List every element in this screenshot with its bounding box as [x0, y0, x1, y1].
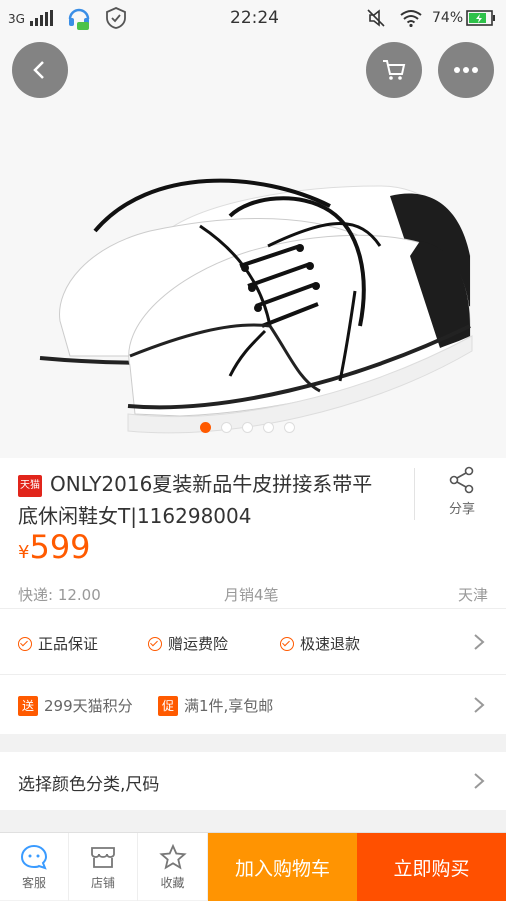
monthly-sales: 月销4笔	[224, 586, 279, 604]
promo-points: 送 299天猫积分	[18, 695, 133, 716]
clock: 22:24	[230, 8, 279, 28]
select-sku-row[interactable]: 选择颜色分类,尺码	[0, 752, 506, 810]
share-label: 分享	[448, 502, 475, 517]
guarantee-authentic: 正品保证	[18, 633, 98, 654]
back-icon	[33, 61, 44, 79]
guarantee-fast-refund: 极速退款	[280, 633, 360, 654]
network-type: 3G	[8, 12, 25, 26]
carousel-dot[interactable]	[284, 422, 295, 433]
headset-icon	[68, 8, 90, 30]
favorite-button[interactable]: 收藏	[138, 833, 208, 901]
check-icon	[280, 636, 294, 651]
product-image-carousel[interactable]	[0, 36, 506, 458]
star-icon	[158, 843, 187, 869]
chevron-right-icon	[474, 697, 485, 713]
chat-bubble-icon	[20, 844, 48, 870]
mute-icon	[367, 9, 385, 27]
check-icon	[148, 636, 162, 651]
guarantee-shipping-insurance: 赠运费险	[148, 633, 228, 654]
tmall-badge: 天猫	[18, 474, 42, 497]
shoe-photo	[39, 178, 473, 434]
promo-text: 满1件,享包邮	[184, 697, 274, 715]
carousel-dot[interactable]	[263, 422, 274, 433]
more-button[interactable]	[438, 42, 494, 98]
price-value: 599	[29, 528, 91, 566]
battery-icon	[466, 10, 495, 26]
guarantee-label: 极速退款	[300, 635, 361, 653]
guarantee-label: 正品保证	[38, 635, 99, 653]
ship-from-location: 天津	[458, 586, 489, 604]
wifi-icon	[400, 10, 422, 27]
shipping-fee: 快递: 12.00	[18, 586, 101, 604]
more-icon	[454, 67, 478, 73]
guarantee-label: 赠运费险	[168, 635, 229, 653]
divider	[414, 468, 415, 520]
shop-icon	[91, 846, 115, 868]
bottom-action-bar: 客服 店铺 收藏 加入购物车 立即购买	[0, 832, 506, 901]
promo-free-shipping: 促满1件,享包邮	[158, 695, 273, 716]
favorite-label: 收藏	[160, 875, 185, 890]
gift-tag: 送	[18, 695, 38, 716]
share-icon	[449, 466, 474, 494]
carousel-dot[interactable]	[242, 422, 253, 433]
promo-text: 299天猫积分	[44, 697, 133, 715]
add-to-cart-button[interactable]: 加入购物车	[208, 833, 357, 901]
promotions[interactable]: 送 299天猫积分 促满1件,享包邮	[0, 674, 506, 734]
share-button[interactable]: 分享	[440, 466, 484, 517]
status-bar: 3G 22:24 74%	[0, 0, 506, 36]
chevron-right-icon	[474, 634, 485, 650]
product-title: ONLY2016夏装新品牛皮拼接系带平底休闲鞋女T|116298004	[18, 472, 373, 528]
shop-button[interactable]: 店铺	[69, 833, 138, 901]
service-guarantees[interactable]: 正品保证 赠运费险 极速退款	[0, 608, 506, 674]
check-icon	[18, 636, 32, 651]
product-title-row: 天猫 ONLY2016夏装新品牛皮拼接系带平底休闲鞋女T|116298004	[18, 468, 388, 532]
chevron-right-icon	[474, 773, 485, 789]
carousel-dot[interactable]	[200, 422, 211, 433]
battery-percent: 74%	[432, 10, 464, 26]
buy-now-button[interactable]: 立即购买	[357, 833, 506, 901]
product-info: 天猫 ONLY2016夏装新品牛皮拼接系带平底休闲鞋女T|116298004 分享…	[0, 458, 506, 608]
customer-service-button[interactable]: 客服	[0, 833, 69, 901]
price-symbol: ¥	[18, 542, 30, 563]
select-sku-label: 选择颜色分类,尺码	[18, 775, 160, 795]
customer-service-label: 客服	[21, 875, 46, 890]
back-button[interactable]	[12, 42, 68, 98]
shield-icon	[106, 7, 126, 29]
signal-icon	[30, 10, 53, 26]
cart-icon	[383, 60, 406, 80]
promo-tag: 促	[158, 695, 178, 716]
price: ¥599	[18, 528, 91, 566]
cart-button[interactable]	[366, 42, 422, 98]
shop-label: 店铺	[90, 875, 115, 890]
carousel-dot[interactable]	[221, 422, 232, 433]
carousel-dots[interactable]	[200, 422, 295, 433]
